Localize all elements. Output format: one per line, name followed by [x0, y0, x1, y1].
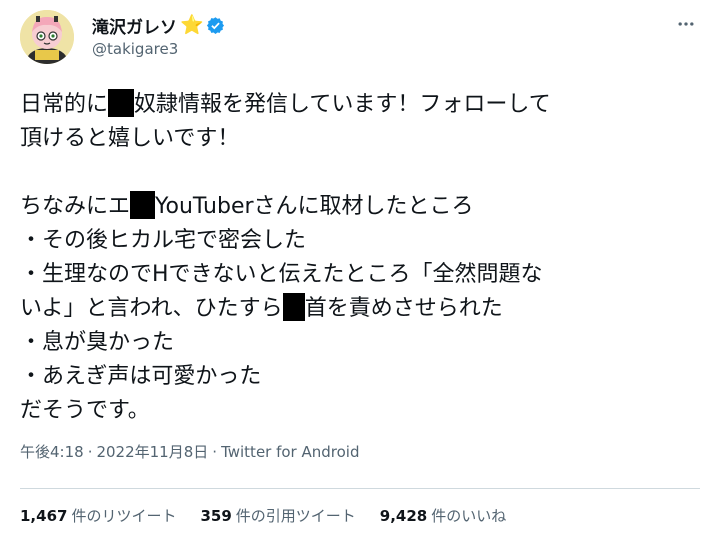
redaction-block — [282, 293, 305, 321]
tweet-text-segment: YouTuberさんに取材したところ — [155, 194, 474, 219]
meta-separator: · — [212, 443, 218, 461]
tweet-line: ・あえぎ声は可愛かった — [20, 360, 700, 394]
tweet-line: 頂けると嬉しいです！ — [20, 122, 700, 156]
ellipsis-icon — [678, 22, 694, 26]
retweets-label: 件のリツイート — [71, 507, 177, 525]
quotes-count: 359 — [200, 507, 232, 525]
tweet-text-segment: ・生理なのでHできないと伝えたところ「全然問題な — [20, 262, 543, 287]
tweet-text-segment: 奴隷情報を発信しています！フォローして — [134, 92, 551, 117]
tweet-text-segment: いよ」と言われ、ひたすら — [20, 296, 283, 321]
more-options-button[interactable] — [674, 12, 698, 36]
engagement-stats: 1,467 件のリツイート 359 件の引用ツイート 9,428 件のいいね — [20, 505, 506, 526]
tweet-line: ・息が臭かった — [20, 326, 700, 360]
retweets-count: 1,467 — [20, 507, 68, 525]
author-name-row[interactable]: 滝沢ガレソ ⭐ — [92, 12, 225, 38]
tweet-line: ・その後ヒカル宅で密会した — [20, 224, 700, 258]
author-handle[interactable]: @takigare3 — [92, 40, 178, 58]
tweet-line: ちなみにエ YouTuberさんに取材したところ — [20, 190, 700, 224]
avatar[interactable] — [20, 10, 74, 64]
verified-badge-icon — [206, 16, 225, 35]
tweet-text-segment: 頂けると嬉しいです！ — [20, 126, 240, 151]
tweet-time[interactable]: 午後4:18 — [20, 443, 84, 461]
divider — [20, 488, 700, 489]
redaction-block — [130, 191, 156, 219]
tweet-line: 日常的に 奴隷情報を発信しています！フォローして — [20, 88, 700, 122]
retweets-stat[interactable]: 1,467 件のリツイート — [20, 505, 176, 526]
meta-separator: · — [87, 443, 93, 461]
avatar-illustration — [20, 10, 74, 64]
tweet-source-link[interactable]: Twitter for Android — [221, 443, 359, 461]
tweet-body: 日常的に 奴隷情報を発信しています！フォローして 頂けると嬉しいです！ ちなみにエ… — [20, 88, 700, 428]
tweet-text-segment: 日常的に — [20, 92, 109, 117]
tweet-text-segment: だそうです。 — [20, 398, 150, 423]
tweet-line: ・生理なのでHできないと伝えたところ「全然問題な — [20, 258, 700, 292]
tweet-text-segment: ・その後ヒカル宅で密会した — [20, 228, 307, 253]
redaction-block — [108, 89, 135, 117]
tweet-meta: 午後4:18 · 2022年11月8日 · Twitter for Android — [20, 441, 360, 462]
tweet-line: いよ」と言われ、ひたすら 首を責めさせられた — [20, 292, 700, 326]
likes-label: 件のいいね — [431, 507, 507, 525]
tweet-text-segment: 首を責めさせられた — [304, 296, 503, 321]
quote-tweets-stat[interactable]: 359 件の引用ツイート — [200, 505, 355, 526]
quotes-label: 件の引用ツイート — [235, 507, 356, 525]
tweet-date[interactable]: 2022年11月8日 — [96, 443, 208, 461]
star-emoji-icon: ⭐ — [180, 13, 204, 36]
tweet-card: 滝沢ガレソ ⭐ @takigare3 日常的に 奴隷情報を発信しています！フォロー… — [0, 0, 719, 549]
tweet-text-segment: ちなみにエ — [20, 194, 131, 219]
likes-stat[interactable]: 9,428 件のいいね — [380, 505, 506, 526]
tweet-text-segment: ・あえぎ声は可愛かった — [20, 364, 262, 389]
tweet-text-segment: ・息が臭かった — [20, 330, 175, 355]
tweet-line: だそうです。 — [20, 394, 700, 428]
display-name[interactable]: 滝沢ガレソ — [92, 13, 177, 38]
likes-count: 9,428 — [379, 507, 428, 525]
